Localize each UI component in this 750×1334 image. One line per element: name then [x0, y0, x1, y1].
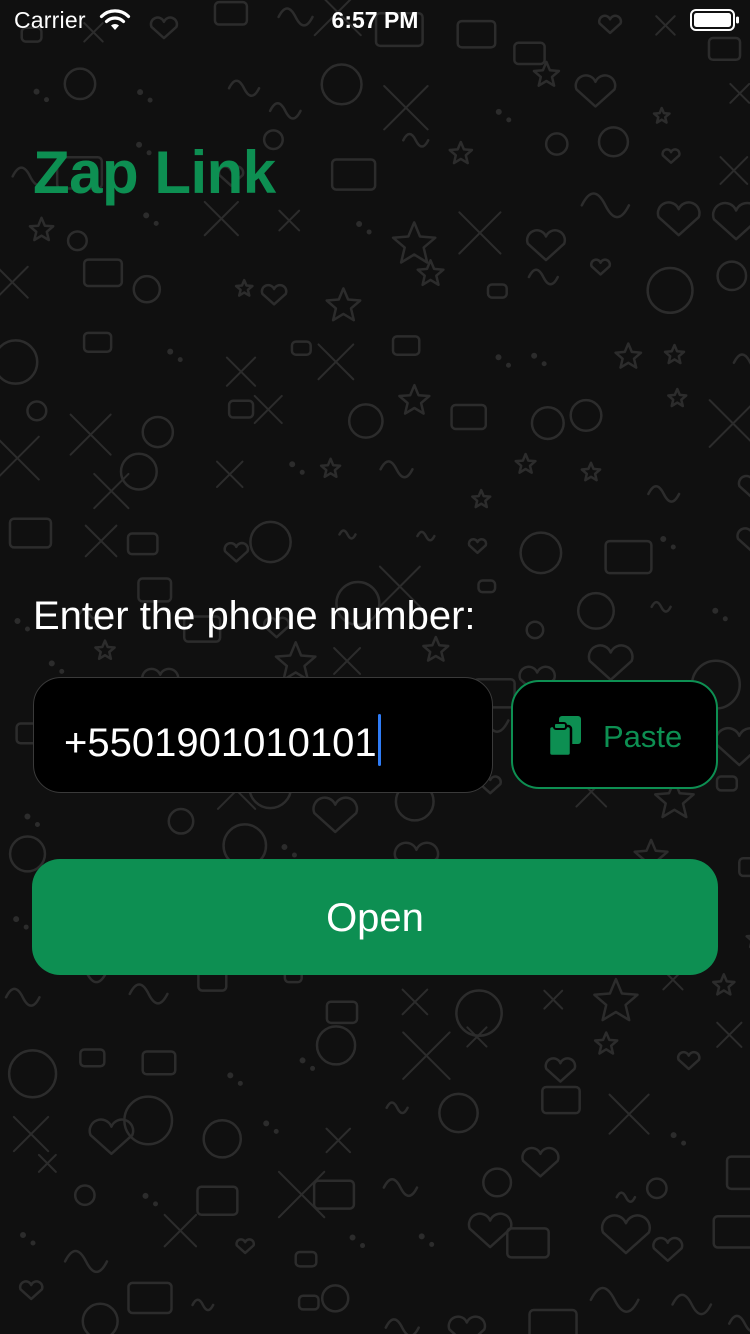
app-screen: Carrier 6:57 PM Zap Link Enter the phone…: [0, 0, 750, 1334]
phone-number-value[interactable]: +5501901010101: [64, 714, 381, 766]
status-bar: Carrier 6:57 PM: [0, 0, 750, 40]
phone-number-input[interactable]: +5501901010101: [33, 677, 493, 793]
paste-button-label: Paste: [603, 719, 683, 754]
text-caret: [377, 714, 381, 766]
phone-prompt-label: Enter the phone number:: [33, 594, 476, 638]
clipboard-icon: [547, 716, 581, 758]
phone-number-text: +5501901010101: [64, 721, 377, 765]
open-button[interactable]: Open: [32, 859, 718, 975]
status-time: 6:57 PM: [331, 7, 419, 33]
paste-button[interactable]: Paste: [511, 680, 718, 789]
app-title: Zap Link: [33, 139, 276, 206]
battery-full-icon: [690, 9, 739, 31]
open-button-label: Open: [326, 896, 424, 940]
